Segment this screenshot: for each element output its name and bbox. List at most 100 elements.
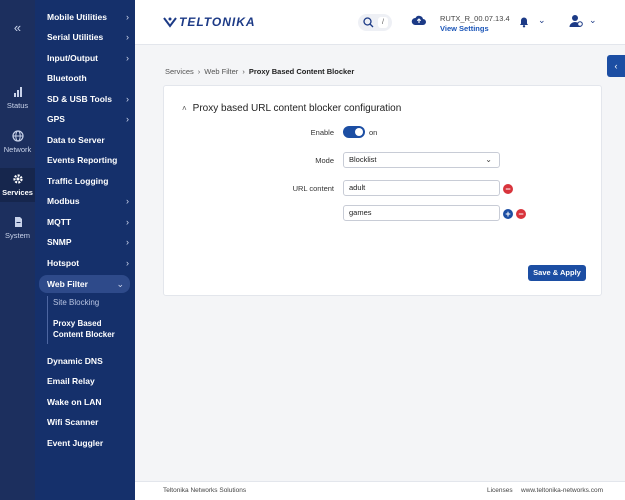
search-shortcut-key: / — [378, 17, 388, 28]
globe-icon — [11, 130, 24, 142]
chevron-down-icon[interactable]: ⌄ — [538, 15, 546, 26]
breadcrumb-services[interactable]: Services — [165, 67, 194, 76]
menu-label: Hotspot — [47, 258, 80, 268]
menu-label: Bluetooth — [47, 73, 87, 83]
footer-company: Teltonika Networks Solutions — [163, 487, 247, 494]
chevron-right-icon: › — [126, 114, 129, 124]
menu-item-bluetooth[interactable]: Bluetooth — [47, 69, 129, 87]
chevron-down-icon: ⌄ — [116, 278, 124, 289]
view-settings-link[interactable]: View Settings — [440, 24, 489, 33]
mode-value: Blocklist — [349, 155, 377, 164]
chevron-left-icon: ‹ — [614, 61, 618, 71]
menu-label: MQTT — [47, 217, 72, 227]
icon-rail: « Status Network Services System — [0, 0, 35, 500]
user-settings-icon[interactable] — [569, 14, 583, 28]
submenu-item-site-blocking[interactable]: Site Blocking — [53, 298, 99, 307]
menu-item-email-relay[interactable]: Email Relay — [47, 372, 129, 390]
submenu-label-line1: Proxy Based — [53, 319, 102, 328]
breadcrumb-web-filter[interactable]: Web Filter — [204, 67, 238, 76]
plus-icon: + — [505, 209, 511, 219]
footer: Teltonika Networks Solutions Licenses ww… — [135, 481, 625, 500]
url-value: games — [349, 208, 372, 217]
mode-label: Mode — [315, 156, 334, 165]
menu-label: SD & USB Tools — [47, 94, 113, 104]
add-url-button[interactable]: + — [503, 209, 513, 219]
minus-icon: − — [505, 184, 511, 194]
menu-item-mobile-utilities[interactable]: Mobile Utilities › — [47, 8, 129, 26]
collapse-menu-icon[interactable]: « — [0, 20, 35, 35]
chevron-right-icon: › — [126, 53, 129, 63]
top-header: TELTONIKA / RUTX_R_00.07.13.4 View Setti… — [135, 0, 625, 45]
logo-mark-icon — [163, 17, 177, 28]
menu-label: GPS — [47, 114, 65, 124]
menu-item-modbus[interactable]: Modbus › — [47, 192, 129, 210]
file-icon — [14, 217, 22, 227]
website-link[interactable]: www.teltonika-networks.com — [521, 487, 603, 494]
enable-toggle[interactable] — [343, 126, 365, 138]
menu-item-wifi-scanner[interactable]: Wifi Scanner — [47, 413, 129, 431]
chevron-right-icon: › — [126, 196, 129, 206]
rail-item-system[interactable]: System — [0, 216, 35, 240]
services-menu: Mobile Utilities › Serial Utilities › Inpu… — [35, 0, 135, 500]
menu-item-mqtt[interactable]: MQTT › — [47, 213, 129, 231]
chevron-right-icon: › — [242, 67, 245, 76]
menu-item-data-to-server[interactable]: Data to Server — [47, 131, 129, 149]
menu-label: SNMP — [47, 237, 72, 247]
teltonika-logo[interactable]: TELTONIKA — [163, 15, 256, 29]
chevron-up-icon: ˄ — [182, 104, 187, 113]
menu-label: Wake on LAN — [47, 397, 102, 407]
licenses-link[interactable]: Licenses — [487, 487, 513, 494]
menu-item-web-filter[interactable]: Web Filter ⌄ — [39, 275, 130, 293]
remove-url-button[interactable]: − — [503, 184, 513, 194]
menu-item-events-reporting[interactable]: Events Reporting — [47, 151, 129, 169]
menu-label: Event Juggler — [47, 438, 104, 448]
rail-item-status[interactable]: Status — [0, 86, 35, 110]
menu-item-event-juggler[interactable]: Event Juggler — [47, 434, 129, 452]
menu-label: Input/Output — [47, 53, 98, 63]
submenu-item-proxy-content-blocker[interactable]: Proxy Based Content Blocker — [53, 318, 115, 340]
bell-icon[interactable] — [518, 15, 530, 28]
menu-label: Events Reporting — [47, 155, 118, 165]
menu-item-snmp[interactable]: SNMP › — [47, 233, 129, 251]
breadcrumb: Services › Web Filter › Proxy Based Cont… — [165, 67, 354, 76]
rail-item-network[interactable]: Network — [0, 130, 35, 154]
menu-item-serial-utilities[interactable]: Serial Utilities › — [47, 28, 129, 46]
menu-label: Web Filter — [47, 279, 88, 289]
menu-item-gps[interactable]: GPS › — [47, 110, 129, 128]
card-title: Proxy based URL content blocker configur… — [192, 103, 402, 114]
menu-item-wake-on-lan[interactable]: Wake on LAN — [47, 393, 129, 411]
chevron-down-icon[interactable]: ⌄ — [589, 15, 597, 26]
menu-item-input-output[interactable]: Input/Output › — [47, 49, 129, 67]
enable-state-text: on — [369, 128, 378, 137]
chevron-right-icon: › — [126, 32, 129, 42]
rail-label-services: Services — [2, 188, 33, 197]
search-button[interactable]: / — [358, 14, 392, 31]
submenu-label-line2: Content Blocker — [53, 330, 115, 339]
menu-label: Modbus — [47, 196, 80, 206]
chevron-down-icon: ⌄ — [485, 155, 492, 164]
chevron-right-icon: › — [197, 67, 201, 76]
save-apply-button[interactable]: Save & Apply — [528, 265, 586, 281]
chevron-right-icon: › — [126, 94, 129, 104]
bar-chart-icon — [13, 87, 22, 97]
logo-text: TELTONIKA — [179, 15, 256, 29]
menu-item-traffic-logging[interactable]: Traffic Logging — [47, 172, 129, 190]
url-content-input-1[interactable]: adult — [343, 180, 500, 196]
menu-item-hotspot[interactable]: Hotspot › — [47, 254, 129, 272]
rail-label-system: System — [4, 231, 30, 240]
card-header[interactable]: ˄ Proxy based URL content blocker config… — [182, 103, 401, 114]
mode-select[interactable]: Blocklist ⌄ — [343, 152, 500, 168]
rail-label-network: Network — [3, 145, 32, 154]
cloud-upload-icon[interactable] — [411, 13, 427, 27]
side-panel-toggle[interactable]: ‹ — [607, 55, 625, 77]
enable-label: Enable — [310, 128, 334, 137]
rail-item-services[interactable]: Services — [0, 168, 35, 202]
remove-url-button[interactable]: − — [516, 209, 526, 219]
rail-label-status: Status — [6, 101, 29, 110]
menu-item-sd-usb-tools[interactable]: SD & USB Tools › — [47, 90, 129, 108]
menu-item-dynamic-dns[interactable]: Dynamic DNS — [47, 352, 129, 370]
search-icon — [363, 17, 374, 28]
chevron-right-icon: › — [126, 258, 129, 268]
submenu-divider — [47, 296, 48, 344]
url-content-input-2[interactable]: games — [343, 205, 500, 221]
